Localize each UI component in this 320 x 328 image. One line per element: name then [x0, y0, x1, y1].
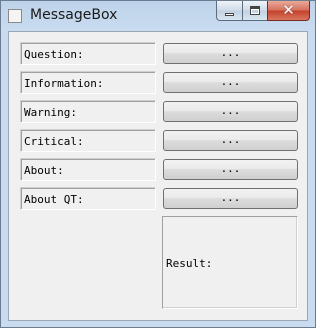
minimize-icon	[225, 12, 234, 16]
about-qt-button[interactable]: ...	[163, 188, 298, 209]
app-icon	[8, 9, 22, 23]
about-label: About:	[20, 158, 156, 181]
maximize-button[interactable]	[242, 1, 267, 21]
critical-button[interactable]: ...	[163, 130, 298, 151]
result-label: Result:	[166, 257, 213, 270]
warning-label: Warning:	[20, 100, 156, 123]
information-label: Information:	[20, 71, 156, 94]
window-title: MessageBox	[30, 7, 118, 23]
messagebox-window: MessageBox ✕ Question: ... Information: …	[0, 0, 316, 328]
client-area: Question: ... Information: ... Warning: …	[8, 31, 308, 321]
minimize-button[interactable]	[216, 1, 242, 21]
question-label: Question:	[20, 42, 156, 65]
caption-buttons: ✕	[216, 1, 310, 22]
about-button[interactable]: ...	[163, 159, 298, 180]
information-button[interactable]: ...	[163, 72, 298, 93]
title-bar[interactable]: MessageBox ✕	[1, 1, 315, 31]
question-button[interactable]: ...	[163, 43, 298, 64]
close-button[interactable]: ✕	[267, 1, 310, 21]
maximize-icon	[250, 6, 260, 15]
close-icon: ✕	[282, 1, 295, 19]
critical-label: Critical:	[20, 129, 156, 152]
warning-button[interactable]: ...	[163, 101, 298, 122]
result-panel: Result:	[162, 216, 298, 309]
about-qt-label: About QT:	[20, 187, 156, 210]
